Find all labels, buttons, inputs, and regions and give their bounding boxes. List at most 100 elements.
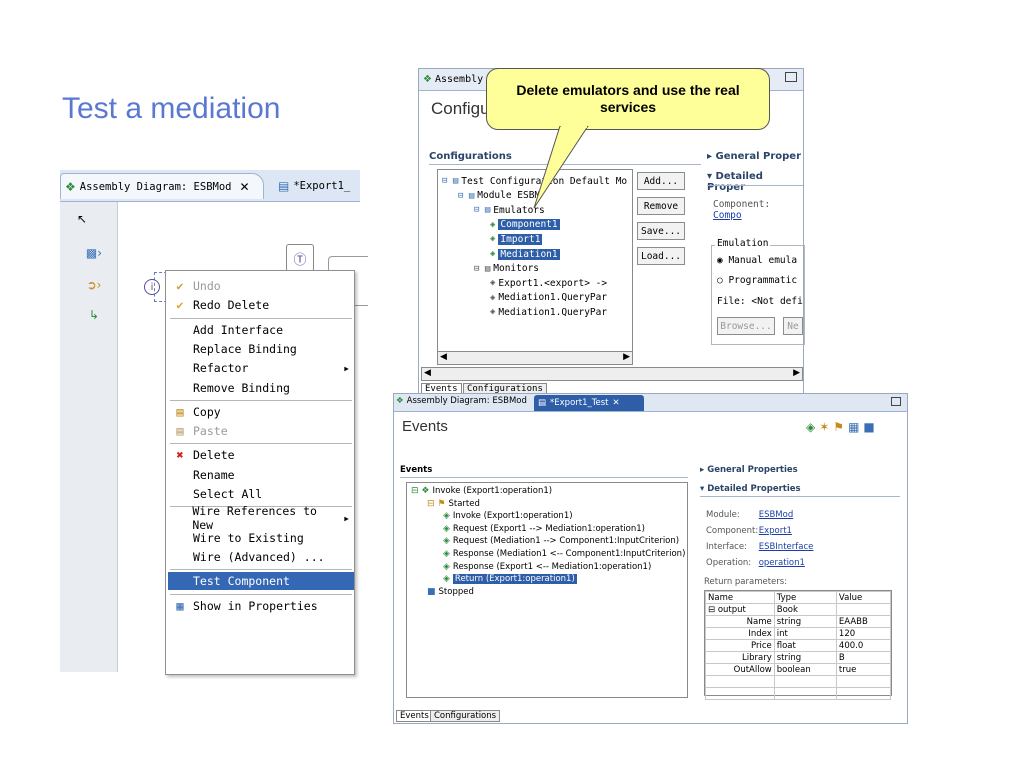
delete-icon: ✖ [176, 448, 184, 463]
event-label: Invoke (Export1:operation1) [432, 486, 553, 496]
menu-item-wire-references-to-new[interactable]: Wire References to New ▸ [172, 504, 352, 532]
event-icon: ■ [427, 586, 436, 597]
close-icon[interactable]: ✕ [239, 180, 249, 194]
scroll-right-icon[interactable]: ▶ [793, 368, 800, 378]
programmatic-radio[interactable]: ○ Programmatic [717, 275, 797, 286]
save-button[interactable]: Save... [637, 222, 685, 240]
pointer-icon[interactable]: ↖ [68, 208, 96, 230]
tree-item[interactable]: ◈ Export1.<export> -> [490, 276, 607, 290]
component-link[interactable]: Compo [713, 210, 742, 221]
event-item[interactable]: ◈ Request (Mediation1 --> Component1:Inpu… [443, 535, 679, 547]
menu-item-redo-delete[interactable]: ✔ Redo Delete [172, 296, 352, 314]
table-icon[interactable]: ▦ [848, 420, 863, 434]
remove-button[interactable]: Remove [637, 197, 685, 215]
event-item[interactable]: ■ Stopped [427, 586, 474, 598]
tree-item[interactable]: ⊟ ▤ Monitors [474, 262, 539, 276]
tree-item[interactable]: ◈ Import1 [490, 232, 543, 246]
menu-item-wire-to-existing[interactable]: Wire to Existing [172, 529, 352, 547]
tab-configurations[interactable]: Configurations [430, 710, 501, 722]
menu-item-test-component[interactable]: Test Component [168, 572, 354, 591]
attach-icon[interactable]: ✶ [819, 420, 833, 434]
tab-events[interactable]: Events [396, 710, 433, 722]
tab-export-test[interactable]: ▤ *Export1_ [274, 173, 364, 199]
return-parameters-table[interactable]: Name Type Value ⊟ output Book Name string EAAB… [704, 590, 892, 700]
interface-icon[interactable]: Ⓣ [286, 244, 314, 272]
table-row[interactable]: Name string EAABB [705, 615, 892, 628]
menu-item-add-interface[interactable]: Add Interface [172, 321, 352, 339]
menu-item-replace-binding[interactable]: Replace Binding [172, 340, 352, 358]
close-icon[interactable]: ✕ [613, 398, 620, 408]
events-tree[interactable]: ⊟ ❖ Invoke (Export1:operation1) ⊟ ⚑ Started… [406, 482, 688, 698]
tree-item[interactable]: ⊟ ▤ Module ESBM [458, 189, 540, 203]
component-link[interactable]: Export1 [759, 526, 792, 536]
menu-item-paste[interactable]: ▤ Paste [172, 422, 352, 440]
tab-export-test[interactable]: ▤ *Export1_Test ✕ [534, 395, 644, 411]
column-header[interactable]: Name [705, 591, 775, 604]
detailed-properties-section[interactable]: ▾ Detailed Proper [707, 171, 803, 193]
table-row[interactable]: OutAllow boolean true [705, 663, 892, 676]
table-row[interactable]: Index int 120 [705, 627, 892, 640]
maximize-icon[interactable] [891, 397, 901, 406]
table-row[interactable]: Price float 400.0 [705, 639, 892, 652]
menu-item-refactor[interactable]: Refactor ▸ [172, 359, 352, 377]
menu-item-copy[interactable]: ▤ Copy [172, 403, 352, 421]
horizontal-scrollbar[interactable]: ◀ ▶ [421, 367, 803, 381]
menu-item-rename[interactable]: Rename [172, 466, 352, 484]
detailed-properties-section[interactable]: ▾ Detailed Properties [700, 484, 801, 494]
horizontal-scrollbar[interactable]: ◀ ▶ [437, 351, 633, 365]
maximize-icon[interactable] [785, 72, 797, 82]
emulation-label: Emulation [715, 238, 771, 249]
column-header[interactable]: Type [773, 591, 837, 604]
import-export-icon[interactable]: ➲› [80, 274, 108, 296]
menu-item-remove-binding[interactable]: Remove Binding [172, 379, 352, 397]
manual-radio[interactable]: ◉ Manual emula [717, 255, 797, 266]
filter-icon[interactable]: ⚑ [833, 420, 848, 434]
new-button[interactable]: Ne [783, 317, 803, 335]
tab-assembly[interactable]: Assembly [435, 74, 483, 85]
menu-item-undo[interactable]: ✔ Undo [172, 277, 352, 295]
event-icon: ◈ [443, 549, 450, 559]
scroll-left-icon[interactable]: ◀ [440, 352, 447, 362]
module-link[interactable]: ESBMod [759, 510, 794, 520]
menu-item-wire-advanced[interactable]: Wire (Advanced) ... [172, 548, 352, 566]
general-label: General Properties [707, 465, 798, 475]
add-button[interactable]: Add... [637, 172, 685, 190]
event-item[interactable]: ◈ Request (Export1 --> Mediation1:operati… [443, 523, 645, 535]
table-row[interactable]: ⊟ output Book [705, 603, 892, 616]
event-item[interactable]: ⊟ ❖ Invoke (Export1:operation1) [411, 485, 552, 497]
tree-item[interactable]: ◈ Mediation1.QueryPar [490, 291, 607, 305]
event-item[interactable]: ◈ Response (Export1 <-- Mediation1:operat… [443, 561, 651, 573]
tree-item[interactable]: ◈ Mediation1.QueryPar [490, 305, 607, 319]
load-button[interactable]: Load... [637, 247, 685, 265]
table-cell-box: Name [705, 615, 775, 628]
event-item[interactable]: ⊟ ⚑ Started [427, 498, 480, 510]
event-item[interactable]: ◈ Response (Mediation1 <-- Component1:Inp… [443, 548, 685, 560]
stop-icon[interactable]: ■ [863, 420, 878, 434]
invoke-icon[interactable]: ◈ [806, 420, 819, 434]
tab-assembly-diagram[interactable]: ❖ Assembly Diagram: ESBMod ✕ [60, 173, 264, 199]
general-properties-section[interactable]: ▸ General Properties [700, 465, 798, 475]
browse-button[interactable]: Browse... [717, 317, 775, 335]
table-cell: string [776, 652, 802, 663]
menu-item-show-in-properties[interactable]: ▦ Show in Properties [172, 597, 352, 615]
table-cell: Library [742, 652, 772, 663]
wire-icon[interactable]: ↳ [80, 304, 108, 326]
event-label: Request (Mediation1 --> Component1:Input… [452, 536, 680, 547]
column-header[interactable]: Value [835, 591, 892, 604]
component-icon[interactable]: ▩› [80, 242, 108, 264]
menu-item-select-all[interactable]: Select All [172, 485, 352, 503]
event-item[interactable]: ◈ Invoke (Export1:operation1) [443, 510, 573, 522]
event-item[interactable]: ◈ Return (Export1:operation1) [443, 573, 577, 585]
table-row[interactable]: Library string B [705, 651, 892, 664]
operation-link[interactable]: operation1 [759, 558, 805, 568]
menu-item-delete[interactable]: ✖ Delete [172, 446, 352, 464]
interface-link[interactable]: ESBInterface [759, 542, 814, 552]
general-properties-section[interactable]: ▸ General Proper [707, 151, 801, 162]
scroll-right-icon[interactable]: ▶ [623, 352, 630, 362]
tree-item[interactable]: ◈ Component1 [490, 218, 560, 232]
scroll-left-icon[interactable]: ◀ [424, 368, 431, 378]
tree-item[interactable]: ◈ Mediation1 [490, 247, 560, 261]
table-cell-box: boolean [773, 663, 837, 676]
event-icon: ◈ [443, 561, 450, 572]
tab-assembly-diagram[interactable]: ❖ Assembly Diagram: ESBMod [396, 396, 527, 406]
